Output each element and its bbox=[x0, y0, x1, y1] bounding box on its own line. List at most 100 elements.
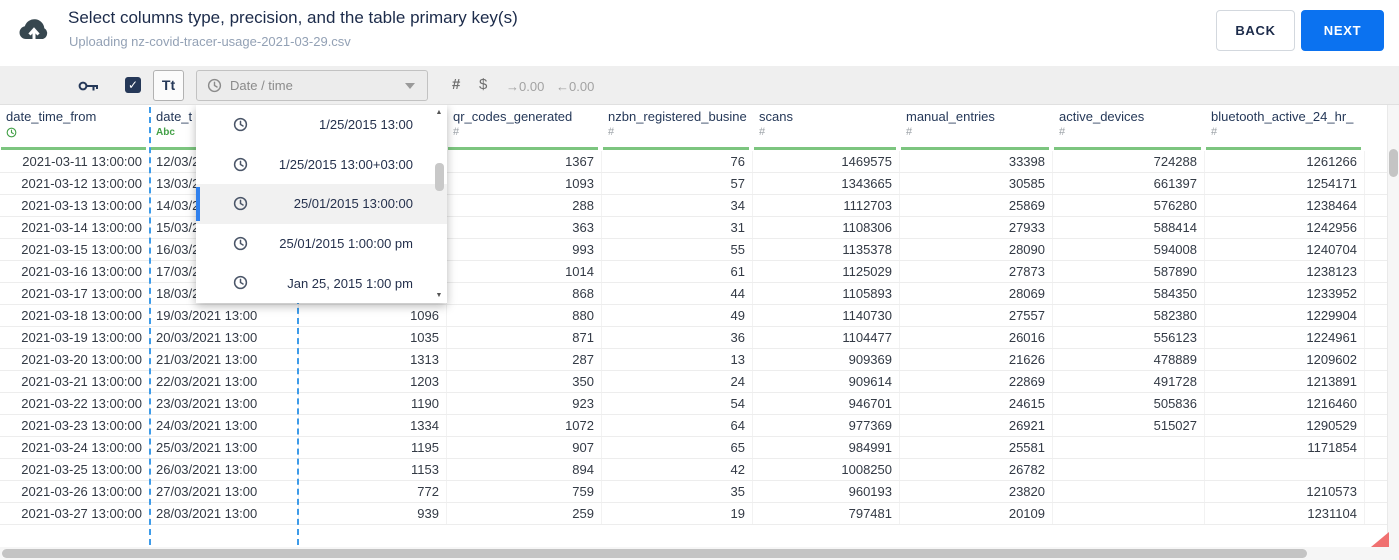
format-option[interactable]: 1/25/2015 13:00 bbox=[196, 105, 447, 145]
cell: 556123 bbox=[1053, 327, 1205, 348]
text-type-button[interactable]: Tt bbox=[153, 70, 184, 101]
column-quality-bar bbox=[1, 147, 146, 150]
format-option[interactable]: 25/01/2015 13:00:00 bbox=[196, 184, 447, 224]
chevron-down-icon bbox=[405, 82, 415, 89]
column-name: nzbn_registered_busine bbox=[608, 109, 747, 124]
cell: 1213891 bbox=[1205, 371, 1365, 392]
cell: 2021-03-23 13:00:00 bbox=[0, 415, 150, 436]
cell: 1242956 bbox=[1205, 217, 1365, 238]
cell: 27557 bbox=[900, 305, 1053, 326]
cell: 505836 bbox=[1053, 393, 1205, 414]
column-header-nzbn_registered_busine[interactable]: nzbn_registered_busine # bbox=[602, 105, 753, 151]
clock-type-icon bbox=[6, 127, 150, 141]
cell: 1229904 bbox=[1205, 305, 1365, 326]
cell: 2021-03-27 13:00:00 bbox=[0, 503, 150, 524]
currency-type-button[interactable]: $ bbox=[479, 76, 487, 93]
dropdown-scroll-thumb[interactable] bbox=[435, 163, 444, 191]
cell: 65 bbox=[602, 437, 753, 458]
column-quality-bar bbox=[1054, 147, 1201, 150]
cell: 2021-03-20 13:00:00 bbox=[0, 349, 150, 370]
cell: 28/03/2021 13:00 bbox=[150, 503, 299, 524]
cell-filler bbox=[1365, 173, 1387, 194]
cell: 2021-03-18 13:00:00 bbox=[0, 305, 150, 326]
cell: 1261266 bbox=[1205, 151, 1365, 172]
cell: 24615 bbox=[900, 393, 1053, 414]
clock-icon bbox=[233, 157, 248, 172]
column-header-date_time_from[interactable]: date_time_from bbox=[0, 105, 150, 151]
horizontal-scrollbar[interactable] bbox=[0, 547, 1399, 560]
format-option[interactable]: 1/25/2015 13:00+03:00 bbox=[196, 145, 447, 185]
clock-icon bbox=[233, 117, 248, 132]
column-header-active_devices[interactable]: active_devices # bbox=[1053, 105, 1205, 151]
table-row: 2021-03-18 13:00:00 19/03/2021 13:00 1096 8… bbox=[0, 305, 1387, 327]
cell: 2021-03-11 13:00:00 bbox=[0, 151, 150, 172]
decrease-precision-button[interactable]: ←0.00 bbox=[556, 79, 594, 94]
cell: 1153 bbox=[299, 459, 447, 480]
cell-filler bbox=[1365, 349, 1387, 370]
cell: 993 bbox=[447, 239, 602, 260]
table-row: 2021-03-26 13:00:00 27/03/2021 13:00 772 75… bbox=[0, 481, 1387, 503]
column-header-qr_codes_generated[interactable]: qr_codes_generated # bbox=[447, 105, 602, 151]
header-filler bbox=[1365, 105, 1387, 151]
column-type-select-value: Date / time bbox=[230, 78, 293, 93]
cell-filler bbox=[1365, 261, 1387, 282]
cell: 25/03/2021 13:00 bbox=[150, 437, 299, 458]
cell: 491728 bbox=[1053, 371, 1205, 392]
selected-column-left-edge bbox=[149, 107, 151, 545]
cell: 1367 bbox=[447, 151, 602, 172]
cell: 28069 bbox=[900, 283, 1053, 304]
cell: 1135378 bbox=[753, 239, 900, 260]
cell: 1190 bbox=[299, 393, 447, 414]
cell: 724288 bbox=[1053, 151, 1205, 172]
cell: 1096 bbox=[299, 305, 447, 326]
primary-key-icon[interactable] bbox=[78, 79, 100, 98]
cell: 960193 bbox=[753, 481, 900, 502]
cell: 1254171 bbox=[1205, 173, 1365, 194]
cell: 26/03/2021 13:00 bbox=[150, 459, 299, 480]
cell: 27933 bbox=[900, 217, 1053, 238]
horizontal-scroll-thumb[interactable] bbox=[2, 549, 1307, 558]
column-header-manual_entries[interactable]: manual_entries # bbox=[900, 105, 1053, 151]
cell-filler bbox=[1365, 283, 1387, 304]
number-type-label: # bbox=[453, 126, 460, 138]
column-type-select[interactable]: Date / time bbox=[196, 70, 428, 101]
cell: 61 bbox=[602, 261, 753, 282]
scroll-up-arrow-icon[interactable]: ▲ bbox=[434, 109, 444, 116]
column-header-bluetooth_active_24_hr_[interactable]: bluetooth_active_24_hr_ # bbox=[1205, 105, 1365, 151]
increase-precision-button[interactable]: →0.00 bbox=[506, 79, 544, 94]
back-button[interactable]: BACK bbox=[1216, 10, 1295, 51]
format-option[interactable]: 25/01/2015 1:00:00 pm bbox=[196, 224, 447, 264]
column-name: bluetooth_active_24_hr_ bbox=[1211, 109, 1354, 124]
cloud-upload-icon bbox=[16, 12, 52, 48]
cell: 287 bbox=[447, 349, 602, 370]
cell: 1105893 bbox=[753, 283, 900, 304]
cell: 1334 bbox=[299, 415, 447, 436]
cell: 35 bbox=[602, 481, 753, 502]
cell: 1195 bbox=[299, 437, 447, 458]
number-type-label: # bbox=[1059, 126, 1066, 138]
next-button[interactable]: NEXT bbox=[1301, 10, 1384, 51]
column-header-scans[interactable]: scans # bbox=[753, 105, 900, 151]
cell bbox=[1205, 459, 1365, 480]
table-row: 2021-03-20 13:00:00 21/03/2021 13:00 1313 2… bbox=[0, 349, 1387, 371]
cell: 1238123 bbox=[1205, 261, 1365, 282]
include-column-checkbox[interactable]: ✓ bbox=[125, 77, 141, 93]
scroll-down-arrow-icon[interactable]: ▼ bbox=[434, 292, 444, 299]
datetime-format-dropdown: 1/25/2015 13:00 1/25/2015 13:00+03:00 25/0… bbox=[196, 105, 447, 303]
cell: 2021-03-15 13:00:00 bbox=[0, 239, 150, 260]
cell: 1290529 bbox=[1205, 415, 1365, 436]
format-option[interactable]: Jan 25, 2015 1:00 pm bbox=[196, 263, 447, 303]
number-type-label: # bbox=[759, 126, 766, 138]
cell-filler bbox=[1365, 195, 1387, 216]
cell: 13 bbox=[602, 349, 753, 370]
vertical-scrollbar[interactable] bbox=[1387, 105, 1399, 547]
column-name: qr_codes_generated bbox=[453, 109, 573, 124]
vertical-scroll-thumb[interactable] bbox=[1389, 149, 1398, 177]
number-type-button[interactable]: # bbox=[452, 76, 460, 93]
cell: 1469575 bbox=[753, 151, 900, 172]
cell: 1035 bbox=[299, 327, 447, 348]
clock-icon bbox=[233, 236, 248, 251]
dropdown-scrollbar[interactable]: ▲ ▼ bbox=[433, 105, 446, 303]
cell: 1125029 bbox=[753, 261, 900, 282]
cell: 350 bbox=[447, 371, 602, 392]
